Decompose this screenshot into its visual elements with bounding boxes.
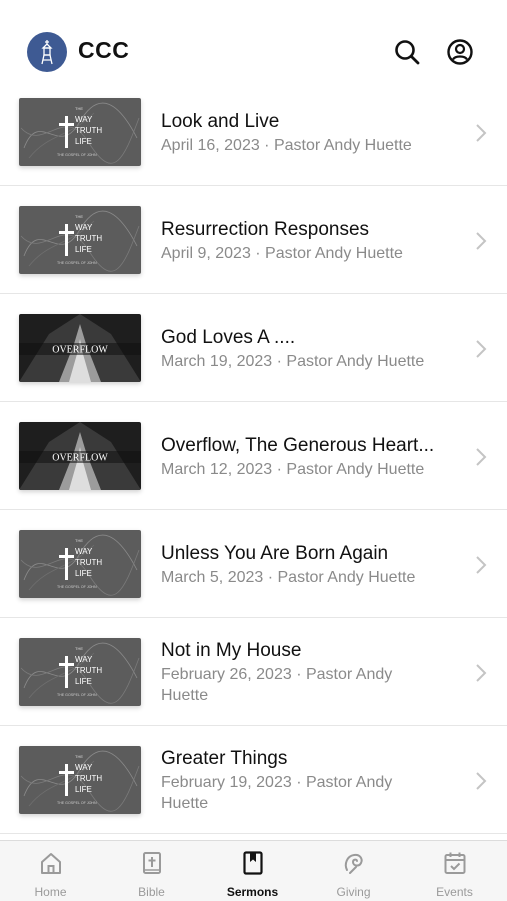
search-button[interactable] bbox=[393, 38, 421, 66]
sermon-list: THE WAY TRUTH LIFE THE GOSPEL OF JOHN Lo… bbox=[0, 78, 507, 834]
overflow-artwork: OVERFLOW bbox=[19, 314, 141, 382]
bottom-tab-bar: Home Bible Sermons Giving Events bbox=[0, 840, 507, 901]
svg-text:LIFE: LIFE bbox=[75, 677, 92, 686]
sermons-bookmark-icon bbox=[243, 851, 263, 875]
tab-label: Events bbox=[436, 885, 473, 899]
account-button[interactable] bbox=[446, 38, 474, 66]
chevron-right-icon bbox=[476, 124, 487, 142]
app-title: CCC bbox=[78, 37, 130, 63]
chevron-right-icon bbox=[476, 772, 487, 790]
church-tower-icon bbox=[41, 40, 53, 65]
tab-sermons[interactable]: Sermons bbox=[202, 841, 303, 901]
way-truth-life-artwork: THE WAY TRUTH LIFE THE GOSPEL OF JOHN bbox=[19, 638, 141, 706]
account-icon bbox=[447, 39, 473, 65]
sermon-meta: March 19, 2023 · Pastor Andy Huette bbox=[161, 353, 425, 370]
svg-text:WAY: WAY bbox=[75, 115, 93, 124]
sermon-thumbnail: OVERFLOW bbox=[19, 422, 141, 490]
overflow-artwork: OVERFLOW bbox=[19, 422, 141, 490]
svg-text:THE GOSPEL OF JOHN: THE GOSPEL OF JOHN bbox=[57, 585, 97, 589]
sermon-title: Not in My House bbox=[161, 640, 302, 661]
sermon-row[interactable]: THE WAY TRUTH LIFE THE GOSPEL OF JOHN No… bbox=[0, 618, 507, 726]
svg-text:WAY: WAY bbox=[75, 655, 93, 664]
sermon-meta: February 19, 2023 · Pastor Andy Huette bbox=[161, 774, 393, 812]
sermon-title: Unless You Are Born Again bbox=[161, 543, 389, 564]
tab-events[interactable]: Events bbox=[404, 841, 505, 901]
svg-text:THE GOSPEL OF JOHN: THE GOSPEL OF JOHN bbox=[57, 261, 97, 265]
svg-text:LIFE: LIFE bbox=[75, 785, 92, 794]
sermon-row[interactable]: THE WAY TRUTH LIFE THE GOSPEL OF JOHN Re… bbox=[0, 186, 507, 294]
tab-bible[interactable]: Bible bbox=[101, 841, 202, 901]
svg-text:THE GOSPEL OF JOHN: THE GOSPEL OF JOHN bbox=[57, 801, 97, 805]
sermon-row[interactable]: THE WAY TRUTH LIFE THE GOSPEL OF JOHN Lo… bbox=[0, 78, 507, 186]
sermon-thumbnail: THE WAY TRUTH LIFE THE GOSPEL OF JOHN bbox=[19, 206, 141, 274]
bible-icon bbox=[143, 852, 161, 874]
svg-text:TRUTH: TRUTH bbox=[75, 126, 102, 135]
svg-text:WAY: WAY bbox=[75, 547, 93, 556]
svg-text:THE: THE bbox=[75, 214, 83, 219]
sermon-title: Overflow, The Generous Heart... bbox=[161, 435, 435, 456]
search-icon bbox=[395, 40, 420, 65]
sermon-thumbnail: OVERFLOW bbox=[19, 314, 141, 382]
chevron-right-icon bbox=[476, 664, 487, 682]
way-truth-life-artwork: THE WAY TRUTH LIFE THE GOSPEL OF JOHN bbox=[19, 746, 141, 814]
svg-text:THE: THE bbox=[75, 538, 83, 543]
tab-giving[interactable]: Giving bbox=[303, 841, 404, 901]
svg-text:TRUTH: TRUTH bbox=[75, 234, 102, 243]
svg-text:THE: THE bbox=[75, 646, 83, 651]
sermon-meta: April 16, 2023 · Pastor Andy Huette bbox=[161, 137, 412, 154]
svg-text:THE GOSPEL OF JOHN: THE GOSPEL OF JOHN bbox=[57, 153, 97, 157]
svg-text:WAY: WAY bbox=[75, 763, 93, 772]
sermon-title: Look and Live bbox=[161, 111, 280, 132]
way-truth-life-artwork: THE WAY TRUTH LIFE THE GOSPEL OF JOHN bbox=[19, 206, 141, 274]
sermon-row[interactable]: OVERFLOW Overflow, The Generous Heart...… bbox=[0, 402, 507, 510]
tab-label: Home bbox=[34, 885, 67, 899]
sermon-row[interactable]: THE WAY TRUTH LIFE THE GOSPEL OF JOHN Gr… bbox=[0, 726, 507, 834]
sermon-meta: March 5, 2023 · Pastor Andy Huette bbox=[161, 569, 416, 586]
svg-text:LIFE: LIFE bbox=[75, 569, 92, 578]
sermon-row[interactable]: THE WAY TRUTH LIFE THE GOSPEL OF JOHN Un… bbox=[0, 510, 507, 618]
svg-text:TRUTH: TRUTH bbox=[75, 666, 102, 675]
chevron-right-icon bbox=[476, 556, 487, 574]
way-truth-life-artwork: THE WAY TRUTH LIFE THE GOSPEL OF JOHN bbox=[19, 98, 141, 166]
events-calendar-icon bbox=[444, 852, 466, 874]
svg-text:THE: THE bbox=[75, 106, 83, 111]
sermon-meta: February 26, 2023 · Pastor Andy Huette bbox=[161, 666, 393, 704]
church-logo[interactable] bbox=[27, 32, 67, 72]
svg-text:LIFE: LIFE bbox=[75, 245, 92, 254]
tab-label: Sermons bbox=[226, 885, 279, 899]
sermon-thumbnail: THE WAY TRUTH LIFE THE GOSPEL OF JOHN bbox=[19, 530, 141, 598]
giving-icon bbox=[344, 853, 363, 874]
sermon-thumbnail: THE WAY TRUTH LIFE THE GOSPEL OF JOHN bbox=[19, 746, 141, 814]
tab-home[interactable]: Home bbox=[0, 841, 101, 901]
chevron-right-icon bbox=[476, 340, 487, 358]
sermon-thumbnail: THE WAY TRUTH LIFE THE GOSPEL OF JOHN bbox=[19, 638, 141, 706]
sermon-title: Greater Things bbox=[161, 748, 288, 769]
svg-text:THE GOSPEL OF JOHN: THE GOSPEL OF JOHN bbox=[57, 693, 97, 697]
svg-text:OVERFLOW: OVERFLOW bbox=[52, 453, 108, 464]
tab-label: Bible bbox=[138, 885, 165, 899]
chevron-right-icon bbox=[476, 232, 487, 250]
sermon-title: God Loves A .... bbox=[161, 327, 296, 348]
tab-label: Giving bbox=[336, 885, 371, 899]
sermon-row[interactable]: OVERFLOW God Loves A .... March 19, 2023… bbox=[0, 294, 507, 402]
chevron-right-icon bbox=[476, 448, 487, 466]
sermon-meta: March 12, 2023 · Pastor Andy Huette bbox=[161, 461, 425, 478]
svg-text:TRUTH: TRUTH bbox=[75, 774, 102, 783]
svg-text:THE: THE bbox=[75, 754, 83, 759]
way-truth-life-artwork: THE WAY TRUTH LIFE THE GOSPEL OF JOHN bbox=[19, 530, 141, 598]
sermon-thumbnail: THE WAY TRUTH LIFE THE GOSPEL OF JOHN bbox=[19, 98, 141, 166]
svg-text:LIFE: LIFE bbox=[75, 137, 92, 146]
svg-text:TRUTH: TRUTH bbox=[75, 558, 102, 567]
sermon-meta: April 9, 2023 · Pastor Andy Huette bbox=[161, 245, 403, 262]
sermon-title: Resurrection Responses bbox=[161, 219, 370, 240]
svg-text:WAY: WAY bbox=[75, 223, 93, 232]
svg-text:OVERFLOW: OVERFLOW bbox=[52, 345, 108, 356]
home-icon bbox=[41, 853, 61, 874]
